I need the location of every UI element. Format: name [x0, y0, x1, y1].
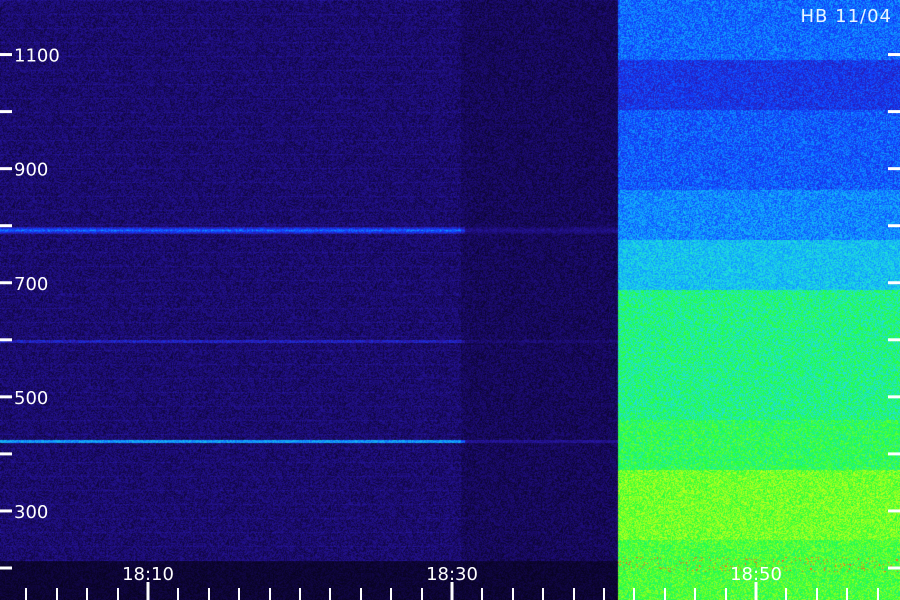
y-axis-right [888, 53, 900, 570]
station-label: HB 11/04 [800, 6, 892, 27]
x-axis: 18:10 18:30 18:50 [25, 564, 879, 600]
x-tick-label: 18:10 [122, 564, 174, 585]
axis-overlay: 1100 900 700 500 300 18:10 18:30 18:50 [0, 46, 900, 600]
y-tick-label: 1100 [14, 46, 60, 67]
x-tick-label: 18:30 [426, 564, 478, 585]
y-tick-label: 500 [14, 388, 48, 409]
y-tick-label: 900 [14, 160, 48, 181]
y-axis-left: 1100 900 700 500 300 [0, 46, 60, 570]
y-tick-label: 700 [14, 274, 48, 295]
x-tick-label: 18:50 [730, 564, 782, 585]
y-tick-label: 300 [14, 502, 48, 523]
